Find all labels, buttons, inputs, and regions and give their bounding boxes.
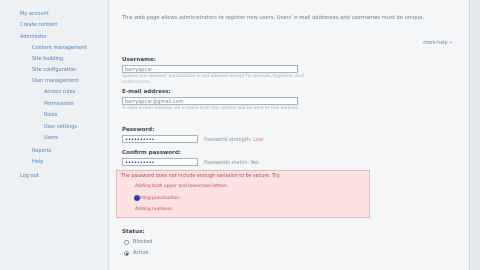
main-content: This web page allows administrators to r… xyxy=(108,0,480,270)
username-input[interactable]: barryapcar xyxy=(122,65,298,73)
password-strength-value: Low xyxy=(253,137,264,143)
passwords-match-label: Passwords match: xyxy=(204,160,250,166)
status-blocked-radio[interactable] xyxy=(124,240,129,245)
status-label: Status: xyxy=(122,229,145,235)
passwords-match-value: Yes xyxy=(250,160,259,166)
password-suggestion: Adding both upper and lowercase letters. xyxy=(135,184,229,189)
help-intro-text: This web page allows administrators to r… xyxy=(122,15,425,21)
sidebar-nav: My account Create content Administer Con… xyxy=(0,0,109,270)
confirm-password-input[interactable]: •••••••••• xyxy=(122,158,198,166)
email-label: E-mail address: xyxy=(122,89,171,95)
sidebar-item-log-out[interactable]: Log out xyxy=(20,173,39,179)
vertical-scrollbar[interactable] xyxy=(469,0,480,270)
more-help-link[interactable]: more help » xyxy=(423,41,452,46)
sidebar-item-site-building[interactable]: Site building xyxy=(32,56,63,62)
status-active-radio[interactable] xyxy=(124,251,129,256)
password-label: Password: xyxy=(122,127,155,133)
email-description: A valid e-mail address. All e-mails from… xyxy=(122,106,300,111)
status-active-label: Active xyxy=(133,250,149,256)
password-error-heading: The password does not include enough var… xyxy=(121,174,281,179)
password-error-box: The password does not include enough var… xyxy=(116,170,370,218)
passwords-match: Passwords match: Yes xyxy=(204,160,259,166)
sidebar-item-create-content[interactable]: Create content xyxy=(20,22,57,28)
sidebar-item-site-configuration[interactable]: Site configuration xyxy=(32,67,76,73)
sidebar-item-reports[interactable]: Reports xyxy=(32,148,51,154)
email-input[interactable]: barryapcar@gmail.com xyxy=(122,97,298,105)
password-strength: Password strength: Low xyxy=(204,137,263,143)
password-strength-label: Password strength: xyxy=(204,137,252,143)
sidebar-item-content-management[interactable]: Content management xyxy=(32,45,87,51)
sidebar-item-help[interactable]: Help xyxy=(32,159,43,165)
sidebar-item-access-rules[interactable]: Access rules xyxy=(44,89,75,95)
sidebar-item-my-account[interactable]: My account xyxy=(20,11,49,17)
sidebar-item-roles[interactable]: Roles xyxy=(44,112,57,118)
sidebar-item-administer[interactable]: Administer xyxy=(20,34,47,40)
sidebar-item-permissions[interactable]: Permissions xyxy=(44,101,74,107)
password-input[interactable]: •••••••••• xyxy=(122,135,198,143)
sidebar-item-user-management[interactable]: User management xyxy=(32,78,78,84)
username-description: Spaces are allowed; punctuation is not a… xyxy=(122,74,304,85)
confirm-password-label: Confirm password: xyxy=(122,150,182,156)
password-suggestion: Adding numbers. xyxy=(135,207,174,212)
sidebar-item-users[interactable]: Users xyxy=(44,135,58,141)
username-label: Username: xyxy=(122,57,157,63)
password-suggestion: Adding punctuation. xyxy=(135,196,181,201)
sidebar-item-user-settings[interactable]: User settings xyxy=(44,124,77,130)
status-blocked-label: Blocked xyxy=(133,239,153,245)
